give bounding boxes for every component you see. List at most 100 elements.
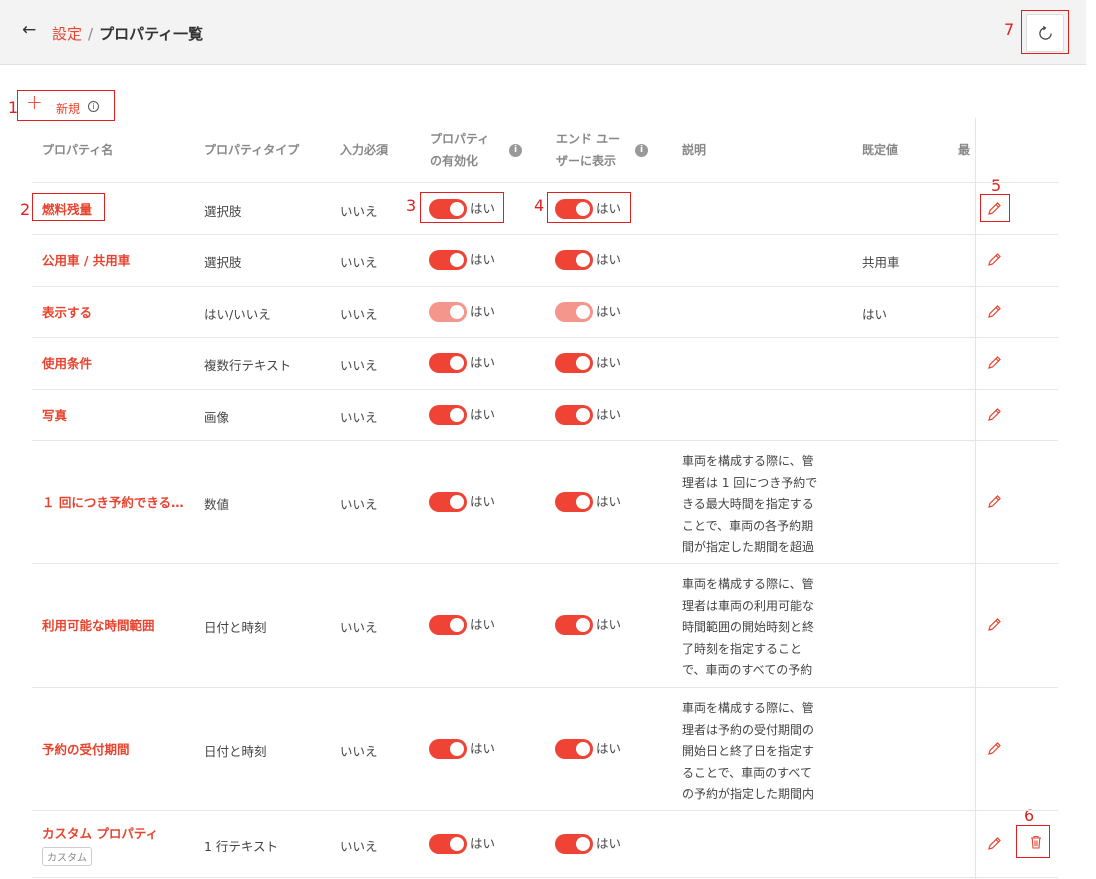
- property-name-link[interactable]: 使用条件: [42, 353, 92, 372]
- info-icon[interactable]: i: [88, 101, 99, 112]
- enabled-toggle[interactable]: [429, 833, 467, 854]
- description-line: 理者は予約の受付期間の: [682, 722, 815, 737]
- enabled-toggle[interactable]: [429, 738, 467, 759]
- display-toggle[interactable]: [555, 833, 593, 854]
- description-line: きる最大時間を指定する: [682, 497, 814, 511]
- enabled-label: はい: [470, 406, 496, 422]
- toggle-knob: [576, 201, 590, 216]
- row-divider: [32, 563, 1058, 564]
- toggle-knob: [450, 407, 464, 422]
- pencil-icon[interactable]: [986, 617, 1002, 633]
- toggle-knob: [576, 618, 590, 632]
- row-divider: [32, 810, 1058, 811]
- property-type: 画像: [204, 409, 230, 425]
- enabled-label: はい: [470, 493, 496, 509]
- column-header-display-line1: エンド ユー: [556, 132, 621, 146]
- description-line: 開始日と終了日を指定す: [682, 744, 815, 758]
- toggle-knob: [450, 836, 464, 851]
- toggle-knob: [576, 741, 590, 756]
- enabled-label: はい: [470, 617, 496, 632]
- enabled-toggle[interactable]: [429, 615, 467, 635]
- default-value: はい: [862, 306, 888, 322]
- display-label: はい: [596, 200, 622, 216]
- display-toggle[interactable]: [555, 738, 593, 759]
- description-line: の予約が指定した期間内: [682, 787, 815, 801]
- description-line: 車両を構成する際に、管: [682, 701, 814, 715]
- property-type: 選択肢: [204, 255, 242, 270]
- description-line: 時間範囲の開始時刻と終: [682, 620, 815, 634]
- display-label: はい: [596, 252, 622, 267]
- delete-button[interactable]: [1021, 827, 1051, 857]
- property-name-link[interactable]: 予約の受付期間: [42, 739, 130, 758]
- property-type: はい/いいえ: [204, 306, 271, 322]
- row-divider: [32, 286, 1058, 287]
- display-toggle[interactable]: [555, 615, 593, 635]
- toggle-knob: [450, 618, 464, 632]
- enabled-toggle[interactable]: [429, 491, 467, 512]
- toggle-knob: [576, 494, 590, 509]
- description-line: 間が指定した期間を超過: [682, 540, 815, 554]
- toggle-knob: [450, 356, 464, 370]
- display-toggle[interactable]: [555, 353, 593, 373]
- refresh-button[interactable]: [1026, 14, 1064, 52]
- row-divider: [32, 389, 1058, 390]
- toggle-knob: [576, 253, 590, 267]
- pencil-icon[interactable]: [986, 836, 1002, 852]
- pencil-icon[interactable]: [986, 741, 1002, 757]
- display-toggle[interactable]: [555, 404, 593, 425]
- required-value: いいえ: [340, 409, 378, 425]
- annotation-5: 5: [991, 176, 1002, 195]
- pencil-icon[interactable]: [986, 201, 1002, 217]
- enabled-toggle[interactable]: [429, 198, 467, 219]
- enabled-toggle[interactable]: [429, 250, 467, 270]
- required-value: いいえ: [340, 255, 378, 270]
- page-title: プロパティ一覧: [99, 25, 204, 43]
- column-header-type: プロパティタイプ: [204, 143, 300, 157]
- trash-icon: [1031, 835, 1041, 849]
- display-toggle[interactable]: [555, 491, 593, 512]
- toggle-knob: [450, 253, 464, 267]
- row-divider: [32, 337, 1058, 338]
- toggle-knob: [450, 741, 464, 756]
- description-line: ることで、車両のすべて: [682, 765, 812, 780]
- column-header-default: 既定値: [862, 143, 899, 157]
- pencil-icon[interactable]: [986, 304, 1002, 320]
- header-divider: [32, 182, 1058, 183]
- breadcrumb: 設定 / プロパティ一覧: [52, 23, 203, 44]
- new-button-label: 新規: [56, 102, 81, 116]
- enabled-label: はい: [470, 303, 496, 319]
- property-name-link[interactable]: 写真: [42, 405, 67, 424]
- breadcrumb-settings-link[interactable]: 設定: [52, 25, 82, 43]
- row-divider: [32, 877, 1058, 878]
- pencil-icon[interactable]: [986, 494, 1002, 510]
- enabled-info-icon[interactable]: i: [509, 144, 522, 157]
- enabled-toggle[interactable]: [429, 353, 467, 373]
- back-arrow-icon[interactable]: ←: [22, 20, 36, 40]
- row-divider: [32, 440, 1058, 441]
- enabled-toggle[interactable]: [429, 404, 467, 425]
- display-info-icon[interactable]: i: [635, 144, 648, 157]
- property-name-link[interactable]: カスタム プロパティ: [42, 823, 158, 842]
- enabled-label: はい: [470, 200, 496, 216]
- pencil-icon[interactable]: [986, 252, 1002, 268]
- display-toggle[interactable]: [555, 198, 593, 219]
- display-toggle[interactable]: [555, 250, 593, 270]
- property-name-link[interactable]: 公用車 / 共用車: [42, 250, 130, 269]
- property-name-link[interactable]: 燃料残量: [42, 199, 92, 218]
- display-label: はい: [596, 740, 622, 756]
- column-header-name: プロパティ名: [42, 143, 114, 157]
- toggle-knob: [576, 836, 590, 851]
- breadcrumb-separator: /: [88, 25, 94, 43]
- display-label: はい: [596, 493, 622, 509]
- pencil-icon[interactable]: [986, 355, 1002, 371]
- pencil-icon[interactable]: [986, 407, 1002, 423]
- page-header: ← 設定 / プロパティ一覧: [0, 0, 1086, 65]
- display-label: はい: [596, 303, 622, 319]
- annotation-6: 6: [1024, 806, 1035, 825]
- description-line: 了時刻を指定すること: [682, 641, 803, 656]
- display-toggle: [555, 301, 593, 322]
- required-value: いいえ: [340, 358, 378, 373]
- property-name-link[interactable]: 利用可能な時間範囲: [42, 615, 155, 634]
- property-name-link[interactable]: １ 回につき予約できる…: [42, 492, 184, 511]
- property-name-link[interactable]: 表示する: [42, 302, 92, 321]
